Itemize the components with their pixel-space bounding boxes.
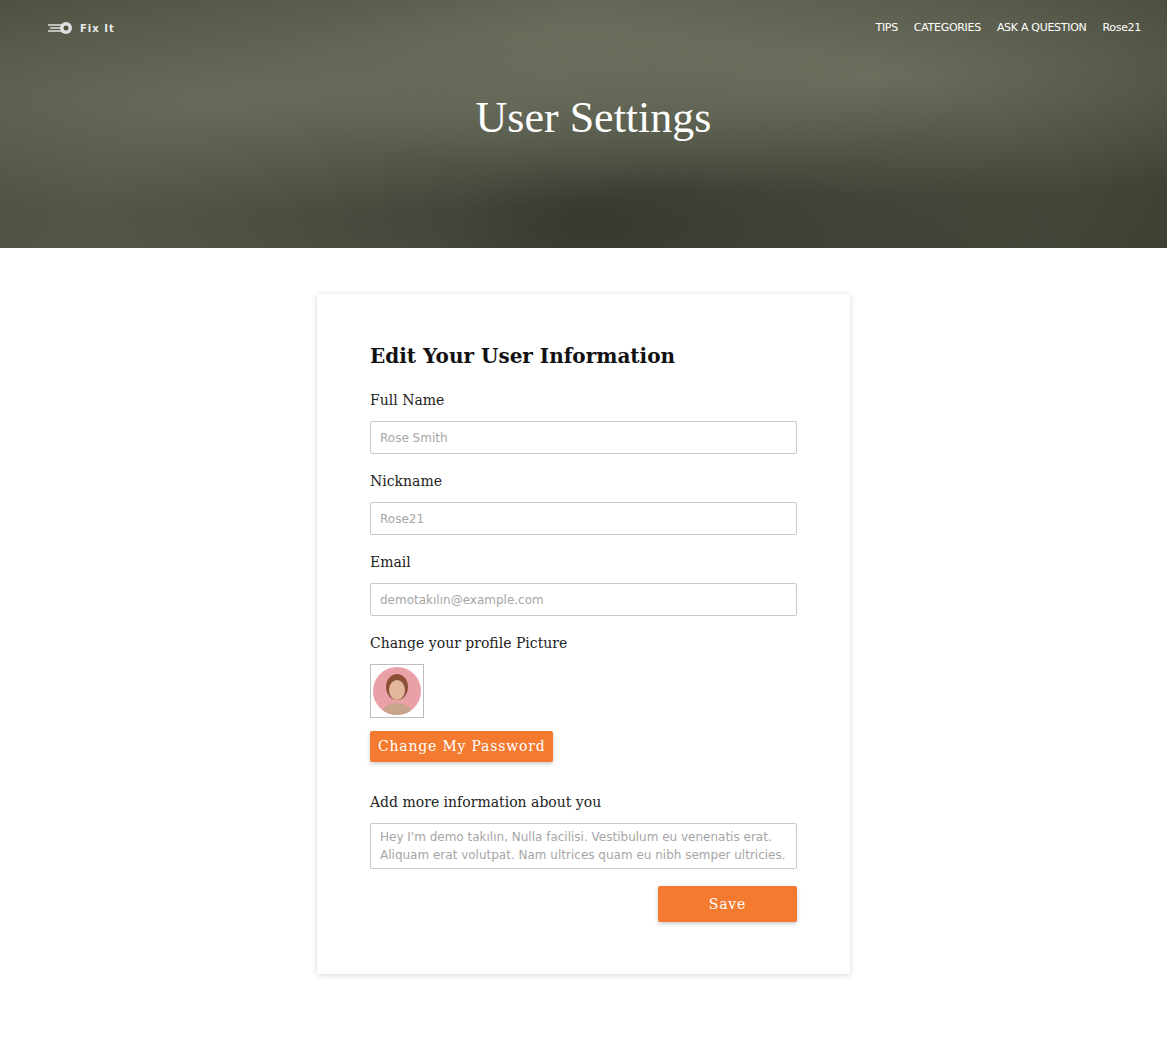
field-label: Email [370, 552, 797, 573]
nav-link[interactable]: CATEGORIES [914, 20, 981, 37]
logo-icon [46, 21, 76, 35]
form-heading: Edit Your User Information [370, 344, 797, 368]
page-title: User Settings [46, 92, 1141, 145]
site-logo[interactable]: Fix It [46, 21, 115, 36]
save-button[interactable]: Save [658, 886, 797, 922]
main-nav: TIPS CATEGORIES ASK A QUESTION Rose21 [875, 20, 1141, 37]
nav-link[interactable]: ASK A QUESTION [997, 20, 1087, 37]
field-label: Full Name [370, 390, 797, 411]
about-textarea[interactable] [370, 823, 797, 869]
avatar-photo [373, 667, 421, 715]
settings-form: Edit Your User Information Full Name Nick… [317, 294, 850, 974]
text-input[interactable] [370, 421, 797, 454]
text-input[interactable] [370, 502, 797, 535]
change-password-button[interactable]: Change My Password [370, 731, 553, 762]
field-label: Nickname [370, 471, 797, 492]
text-input[interactable] [370, 583, 797, 616]
nav-link[interactable]: TIPS [875, 20, 897, 37]
profile-picture[interactable] [370, 664, 424, 718]
logo-text[interactable]: Fix It [80, 21, 115, 36]
nav-link[interactable]: Rose21 [1102, 20, 1141, 37]
picture-label: Change your profile Picture [370, 633, 797, 654]
about-label: Add more information about you [370, 792, 797, 813]
page-header: Fix It TIPS CATEGORIES ASK A QUESTION Rose2… [0, 0, 1167, 248]
